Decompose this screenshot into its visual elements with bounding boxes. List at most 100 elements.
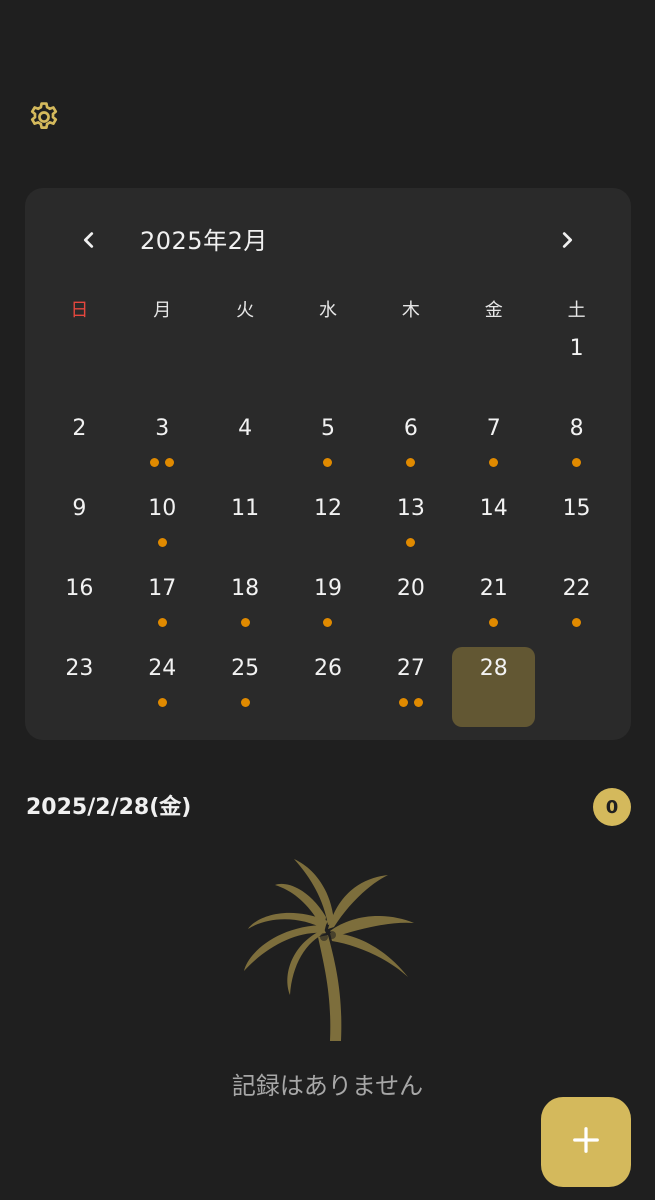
record-indicator: [535, 458, 618, 468]
calendar-day[interactable]: 28: [452, 647, 536, 727]
calendar-day[interactable]: 5: [287, 407, 370, 487]
calendar-empty-cell: [287, 327, 370, 407]
calendar-header: 2025年2月: [25, 188, 631, 292]
next-month-button[interactable]: [547, 222, 587, 262]
add-record-button[interactable]: [541, 1097, 631, 1187]
calendar-day[interactable]: 27: [369, 647, 452, 727]
day-number: 26: [313, 656, 342, 681]
selected-date-heading: 2025/2/28(金): [26, 795, 192, 820]
day-number: 18: [231, 576, 260, 601]
day-number: 23: [65, 656, 94, 681]
app-screen: 2025年2月 日 月 火 水 木 金 土 1 2 3 4 5 6 7 8 9 10 11 12 13 1…: [0, 0, 655, 1200]
record-dot: [240, 698, 250, 707]
calendar-day[interactable]: 18: [204, 567, 287, 647]
record-dot: [157, 618, 167, 627]
calendar-day[interactable]: 11: [204, 487, 287, 567]
calendar-day[interactable]: 22: [535, 567, 618, 647]
calendar-day[interactable]: 19: [287, 567, 370, 647]
record-indicator: [287, 458, 370, 468]
record-count-badge: 0: [593, 788, 631, 826]
record-indicator: [452, 618, 535, 628]
record-indicator: [204, 698, 287, 708]
record-dot: [413, 698, 423, 707]
weekday-header-row: 日 月 火 水 木 金 土: [38, 296, 618, 326]
record-indicator: [369, 458, 452, 468]
calendar-day[interactable]: 20: [369, 567, 452, 647]
weekday-wed: 水: [318, 300, 337, 321]
chevron-right-icon: [556, 229, 578, 255]
record-indicator: [535, 618, 618, 628]
calendar-empty-cell: [452, 327, 535, 407]
chevron-left-icon: [78, 229, 100, 255]
day-number: 7: [486, 416, 501, 441]
weekday-thu: 木: [401, 300, 420, 321]
month-title: 2025年2月: [140, 227, 268, 255]
record-indicator: [204, 618, 287, 628]
prev-month-button[interactable]: [69, 222, 109, 262]
record-dot: [398, 698, 408, 707]
record-dot: [489, 618, 499, 627]
calendar-empty-cell: [204, 327, 287, 407]
calendar-day[interactable]: 17: [121, 567, 204, 647]
record-dot: [406, 458, 416, 467]
calendar-day[interactable]: 12: [287, 487, 370, 567]
day-number: 10: [148, 496, 177, 521]
record-indicator: [452, 458, 535, 468]
plus-icon: [571, 1125, 601, 1159]
record-dot: [157, 698, 167, 707]
calendar-day[interactable]: 14: [452, 487, 535, 567]
calendar-day[interactable]: 15: [535, 487, 618, 567]
record-indicator: [121, 618, 204, 628]
calendar-day[interactable]: 25: [204, 647, 287, 727]
day-number: 28: [479, 656, 508, 681]
weekday-sat: 土: [567, 300, 586, 321]
calendar-day[interactable]: 9: [38, 487, 121, 567]
calendar-day[interactable]: 26: [287, 647, 370, 727]
day-number: 6: [403, 416, 418, 441]
weekday-sun: 日: [70, 300, 89, 321]
weekday-mon: 月: [153, 300, 172, 321]
calendar-day[interactable]: 21: [452, 567, 535, 647]
calendar-day[interactable]: 10: [121, 487, 204, 567]
day-number: 19: [313, 576, 342, 601]
settings-button[interactable]: [26, 101, 62, 137]
calendar-day[interactable]: 1: [535, 327, 618, 407]
record-dot: [406, 538, 416, 547]
calendar-day[interactable]: 24: [121, 647, 204, 727]
day-number: 1: [569, 336, 584, 361]
calendar-day[interactable]: 8: [535, 407, 618, 487]
calendar-day[interactable]: 13: [369, 487, 452, 567]
calendar-day[interactable]: 16: [38, 567, 121, 647]
calendar-day[interactable]: 2: [38, 407, 121, 487]
day-number: 13: [396, 496, 425, 521]
day-number: 25: [231, 656, 260, 681]
calendar-day[interactable]: 3: [121, 407, 204, 487]
day-number: 12: [313, 496, 342, 521]
calendar-day-grid: 1 2 3 4 5 6 7 8 9 10 11 12 13 14 15 16 17 18 19 20 21 22 23 24 2…: [38, 327, 618, 727]
record-dot: [240, 618, 250, 627]
day-number: 24: [148, 656, 177, 681]
calendar-empty-cell: [369, 327, 452, 407]
calendar-card: 2025年2月 日 月 火 水 木 金 土 1 2 3 4 5 6 7 8 9 10 11 12 13 1…: [25, 188, 631, 740]
day-number: 15: [562, 496, 591, 521]
day-number: 9: [72, 496, 87, 521]
calendar-empty-cell: [121, 327, 204, 407]
calendar-day[interactable]: 4: [204, 407, 287, 487]
record-dot: [572, 458, 582, 467]
day-number: 16: [65, 576, 94, 601]
record-indicator: [121, 458, 204, 468]
calendar-day[interactable]: 7: [452, 407, 535, 487]
record-indicator: [121, 538, 204, 548]
day-number: 5: [320, 416, 335, 441]
record-dot: [165, 458, 175, 467]
day-number: 20: [396, 576, 425, 601]
gear-icon: [27, 100, 61, 138]
calendar-day[interactable]: 6: [369, 407, 452, 487]
record-indicator: [121, 698, 204, 708]
day-number: 14: [479, 496, 508, 521]
calendar-day[interactable]: 23: [38, 647, 121, 727]
day-number: 27: [396, 656, 425, 681]
palm-tree-icon: [240, 845, 420, 1045]
record-dot: [323, 458, 333, 467]
record-dot: [157, 538, 167, 547]
